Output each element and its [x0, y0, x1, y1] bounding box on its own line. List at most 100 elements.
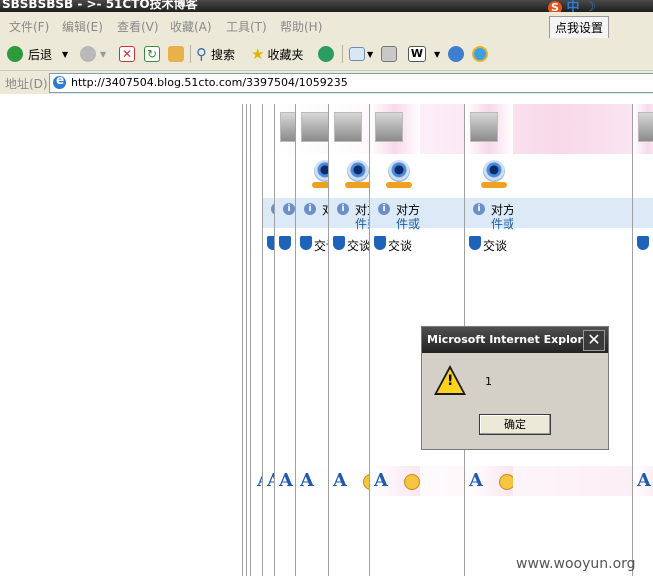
ime-mode-label[interactable]: 中 — [567, 0, 580, 12]
webcam-icon — [483, 160, 505, 182]
address-bar: 地址(D) http://3407504.blog.51cto.com/3397… — [0, 71, 653, 94]
shield-icon — [300, 236, 312, 250]
print-button[interactable] — [381, 44, 397, 64]
shield-icon — [374, 236, 386, 250]
info-band — [633, 198, 653, 228]
font-icon: A — [279, 470, 293, 491]
file-link[interactable]: 件或 — [491, 215, 513, 232]
webcam-icon — [347, 160, 369, 182]
chat-text: 交谈 — [347, 239, 372, 253]
menu-help[interactable]: 帮助(H) — [280, 18, 322, 35]
alert-title: Microsoft Internet Explorer — [427, 333, 596, 346]
window-title: SBSBSBSB - >- 51CTO技术博客 — [2, 0, 198, 11]
stop-icon: ✕ — [119, 46, 135, 62]
font-icon: A — [637, 470, 651, 491]
avatar — [301, 112, 329, 142]
forward-button[interactable]: ▼ — [80, 44, 106, 64]
info-icon: i — [304, 203, 316, 215]
font-icon: A — [469, 470, 483, 491]
font-icon: A — [333, 470, 347, 491]
shield-icon — [333, 236, 345, 250]
smiley-icon — [404, 474, 420, 490]
mail-icon — [349, 47, 365, 61]
home-icon — [168, 46, 184, 62]
star-icon: ★ — [251, 45, 265, 63]
menu-tools[interactable]: 工具(T) — [226, 18, 267, 35]
printer-icon — [381, 46, 397, 62]
chat-text: 交谈 — [483, 239, 508, 253]
shield-icon — [469, 236, 481, 250]
menu-edit[interactable]: 编辑(E) — [62, 18, 103, 35]
toolbar-separator — [190, 45, 191, 63]
webcam-base — [386, 182, 412, 188]
avatar — [638, 112, 653, 142]
toolbar-separator — [342, 45, 343, 63]
favorites-button[interactable]: ★ 收藏夹 — [251, 44, 303, 64]
menu-file[interactable]: 文件(F) — [9, 18, 49, 35]
messenger-button[interactable] — [448, 44, 464, 64]
info-icon: i — [378, 203, 390, 215]
chat-text: 交谈 — [388, 239, 413, 253]
stop-button[interactable]: ✕ — [119, 44, 135, 64]
alert-titlebar: Microsoft Internet Explorer ✕ — [422, 327, 608, 353]
info-icon: i — [337, 203, 349, 215]
forward-dropdown-icon[interactable]: ▼ — [100, 50, 106, 59]
back-button[interactable]: 后退 ▼ — [7, 44, 68, 64]
mail-dropdown-icon[interactable]: ▼ — [367, 50, 373, 59]
info-icon: i — [283, 203, 295, 215]
menu-favorites[interactable]: 收藏(A) — [170, 18, 212, 35]
shield-icon — [637, 236, 649, 250]
webcam-base — [345, 182, 371, 188]
info-icon: i — [473, 203, 485, 215]
smiley-icon — [499, 474, 513, 490]
search-icon: ⚲ — [196, 45, 207, 63]
font-icon: A — [374, 470, 388, 491]
ime-tooltip: 点我设置 — [549, 16, 609, 40]
alert-dialog: Microsoft Internet Explorer ✕ ! 1 确定 — [421, 326, 609, 450]
shield-icon — [279, 236, 291, 250]
close-button[interactable]: ✕ — [583, 330, 605, 351]
toolbar: 后退 ▼ ▼ ✕ ↻ ⚲ 搜索 ★ 收藏夹 ▼ W ▼ — [0, 38, 653, 71]
stacked-window: i 对方 件或 交谈 A — [369, 104, 420, 576]
address-url[interactable]: http://3407504.blog.51cto.com/3397504/10… — [71, 76, 348, 89]
webcam-icon — [388, 160, 410, 182]
avatar — [470, 112, 498, 142]
back-arrow-icon — [7, 46, 23, 62]
webcam-base — [481, 182, 507, 188]
watermark: www.wooyun.org — [516, 556, 636, 572]
moon-icon[interactable]: ☽ — [584, 0, 596, 12]
menu-view[interactable]: 查看(V) — [117, 18, 159, 35]
ie-icon — [472, 46, 488, 62]
refresh-button[interactable]: ↻ — [144, 44, 160, 64]
ie-extra-button[interactable] — [472, 44, 488, 64]
sogou-icon[interactable]: S — [548, 0, 562, 12]
page-icon — [53, 73, 66, 89]
window-titlebar: SBSBSBSB - >- 51CTO技术博客 S 中 ☽ — [0, 0, 653, 12]
edit-button[interactable]: W ▼ — [408, 44, 440, 64]
warning-icon: ! — [434, 365, 466, 395]
refresh-icon: ↻ — [144, 46, 160, 62]
file-link[interactable]: 件或 — [396, 215, 420, 232]
avatar — [375, 112, 403, 142]
home-button[interactable] — [168, 44, 184, 64]
address-label: 地址(D) — [5, 77, 48, 91]
back-dropdown-icon[interactable]: ▼ — [62, 50, 68, 59]
messenger-icon — [448, 46, 464, 62]
search-button[interactable]: ⚲ 搜索 — [196, 44, 235, 64]
warning-exclamation: ! — [447, 373, 454, 389]
back-label: 后退 — [28, 47, 53, 62]
history-icon — [318, 46, 334, 62]
forward-arrow-icon — [80, 46, 96, 62]
search-label: 搜索 — [211, 47, 236, 62]
mail-button[interactable]: ▼ — [349, 44, 373, 64]
alert-message: 1 — [485, 375, 492, 388]
address-input[interactable]: http://3407504.blog.51cto.com/3397504/10… — [49, 73, 653, 93]
edit-dropdown-icon[interactable]: ▼ — [434, 50, 440, 59]
avatar — [334, 112, 362, 142]
favorites-label: 收藏夹 — [267, 47, 304, 62]
font-icon: A — [300, 470, 314, 491]
ok-button[interactable]: 确定 — [479, 414, 551, 435]
stacked-window: A — [632, 104, 653, 576]
history-button[interactable] — [318, 44, 334, 64]
ime-indicator[interactable]: S 中 ☽ — [548, 0, 596, 12]
